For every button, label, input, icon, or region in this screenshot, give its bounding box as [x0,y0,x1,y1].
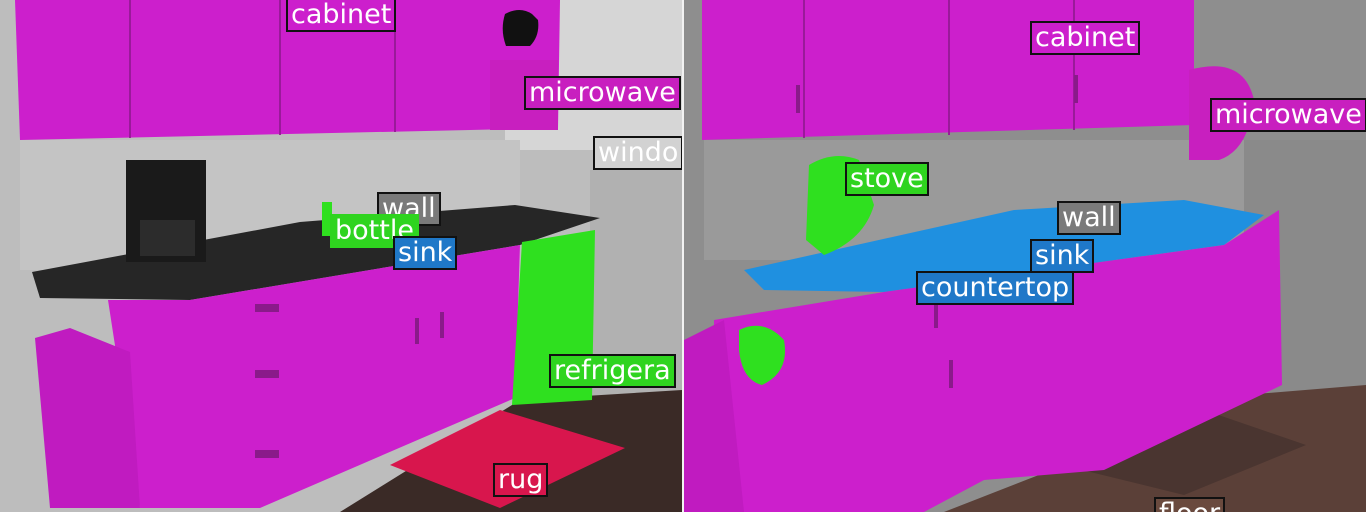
label-sink: sink [1030,239,1095,273]
right-scene [684,0,1366,512]
label-rug: rug [493,463,549,497]
label-cabinet: cabinet [286,0,397,32]
segmentation-comparison: cabinet microwave windo wall bottle sink… [0,0,1366,512]
label-cabinet: cabinet [1030,21,1141,55]
left-pitcher-shape [502,10,539,46]
label-window: windo [593,136,682,170]
label-floor: floor [1154,497,1226,512]
label-wall: wall [1057,201,1121,235]
label-countertop: countertop [916,271,1075,305]
label-sink: sink [393,236,458,270]
label-refrigerator: refrigera [549,354,676,388]
left-segmentation-panel: cabinet microwave windo wall bottle sink… [0,0,682,512]
right-segmentation-panel: cabinet microwave stove wall sink counte… [684,0,1366,512]
label-microwave: microwave [524,76,681,110]
left-side-cabinet-mask [35,328,140,508]
label-microwave: microwave [1210,98,1366,132]
label-stove: stove [845,162,929,196]
